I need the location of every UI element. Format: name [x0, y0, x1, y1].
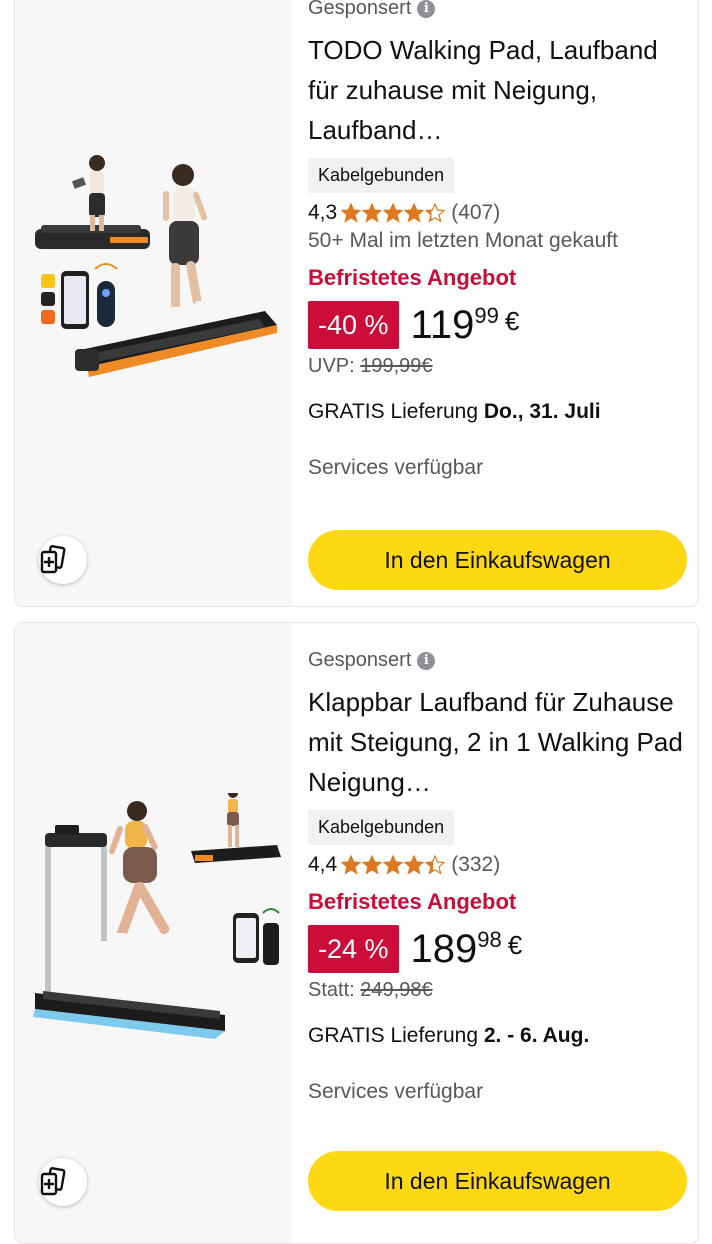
product-card[interactable]: Gesponsert i Klappbar Laufband für Zuhau…	[14, 622, 699, 1244]
star-rating	[341, 203, 446, 223]
list-price-label: UVP:	[308, 355, 355, 377]
delivery-prefix: GRATIS Lieferung	[308, 400, 479, 423]
product-title[interactable]: Klappbar Laufband für Zuhause mit Steigu…	[308, 682, 686, 802]
price-currency: €	[504, 306, 520, 336]
compare-icon	[40, 545, 66, 574]
price-currency: €	[507, 930, 523, 960]
product-image	[35, 155, 277, 377]
star-icon	[404, 203, 425, 223]
star-icon	[404, 855, 425, 875]
star-icon	[362, 855, 383, 875]
star-icon	[383, 203, 404, 223]
compare-button[interactable]	[39, 1158, 87, 1206]
compare-icon	[40, 1167, 66, 1196]
price: 119 99 €	[411, 301, 520, 349]
list-price-value: 199,99€	[360, 355, 433, 377]
star-icon	[362, 203, 383, 223]
product-image-panel[interactable]	[15, 0, 292, 606]
rating-row[interactable]: 4,3 (407)	[308, 201, 686, 225]
delivery-info: GRATIS Lieferung Do., 31. Juli	[308, 400, 686, 424]
deal-label: Befristetes Angebot	[308, 265, 517, 290]
star-rating	[341, 855, 446, 875]
compare-button[interactable]	[39, 536, 87, 584]
rating-value: 4,4	[308, 853, 338, 876]
delivery-info: GRATIS Lieferung 2. - 6. Aug.	[308, 1024, 686, 1048]
attribute-badge: Kabelgebunden	[308, 810, 455, 845]
services-link[interactable]: Services verfügbar	[308, 456, 686, 480]
delivery-date: Do., 31. Juli	[483, 400, 601, 423]
discount-badge: -40 %	[308, 301, 399, 349]
product-image-panel[interactable]	[15, 623, 292, 1243]
price: 189 98 €	[411, 925, 523, 973]
price-row: -24 % 189 98 €	[308, 925, 686, 973]
review-count: (407)	[451, 201, 501, 224]
star-icon	[425, 855, 446, 875]
services-link[interactable]: Services verfügbar	[308, 1080, 686, 1104]
bought-count: 50+ Mal im letzten Monat gekauft	[308, 229, 618, 252]
price-row: -40 % 119 99 €	[308, 301, 686, 349]
discount-badge: -24 %	[308, 925, 399, 973]
product-image	[33, 793, 281, 1039]
product-title[interactable]: TODO Walking Pad, Laufband für zuhause m…	[308, 30, 686, 150]
product-card[interactable]: Gesponsert i TODO Walking Pad, Laufband …	[14, 0, 699, 607]
info-icon[interactable]: i	[417, 651, 436, 670]
attribute-badge: Kabelgebunden	[308, 158, 455, 193]
rating-value: 4,3	[308, 201, 338, 224]
list-price-label: Statt:	[308, 979, 355, 1001]
sponsored-label[interactable]: Gesponsert i	[308, 649, 686, 672]
add-to-cart-button[interactable]: In den Einkaufswagen	[308, 530, 687, 590]
sponsored-label[interactable]: Gesponsert i	[308, 0, 686, 20]
list-price-value: 249,98€	[360, 979, 433, 1001]
price-whole: 119	[410, 303, 475, 347]
add-to-cart-button[interactable]: In den Einkaufswagen	[308, 1151, 687, 1211]
star-icon	[341, 855, 362, 875]
list-price: UVP: 199,99€	[308, 355, 686, 378]
rating-row[interactable]: 4,4 (332)	[308, 853, 686, 877]
star-icon	[425, 203, 446, 223]
delivery-date: 2. - 6. Aug.	[483, 1024, 590, 1047]
review-count: (332)	[451, 853, 501, 876]
price-whole: 189	[410, 927, 478, 971]
list-price: Statt: 249,98€	[308, 979, 686, 1002]
price-fraction: 98	[477, 927, 502, 952]
star-icon	[341, 203, 362, 223]
star-icon	[383, 855, 404, 875]
info-icon[interactable]: i	[417, 0, 436, 18]
delivery-prefix: GRATIS Lieferung	[308, 1024, 479, 1047]
price-fraction: 99	[474, 303, 499, 328]
deal-label: Befristetes Angebot	[308, 889, 517, 914]
